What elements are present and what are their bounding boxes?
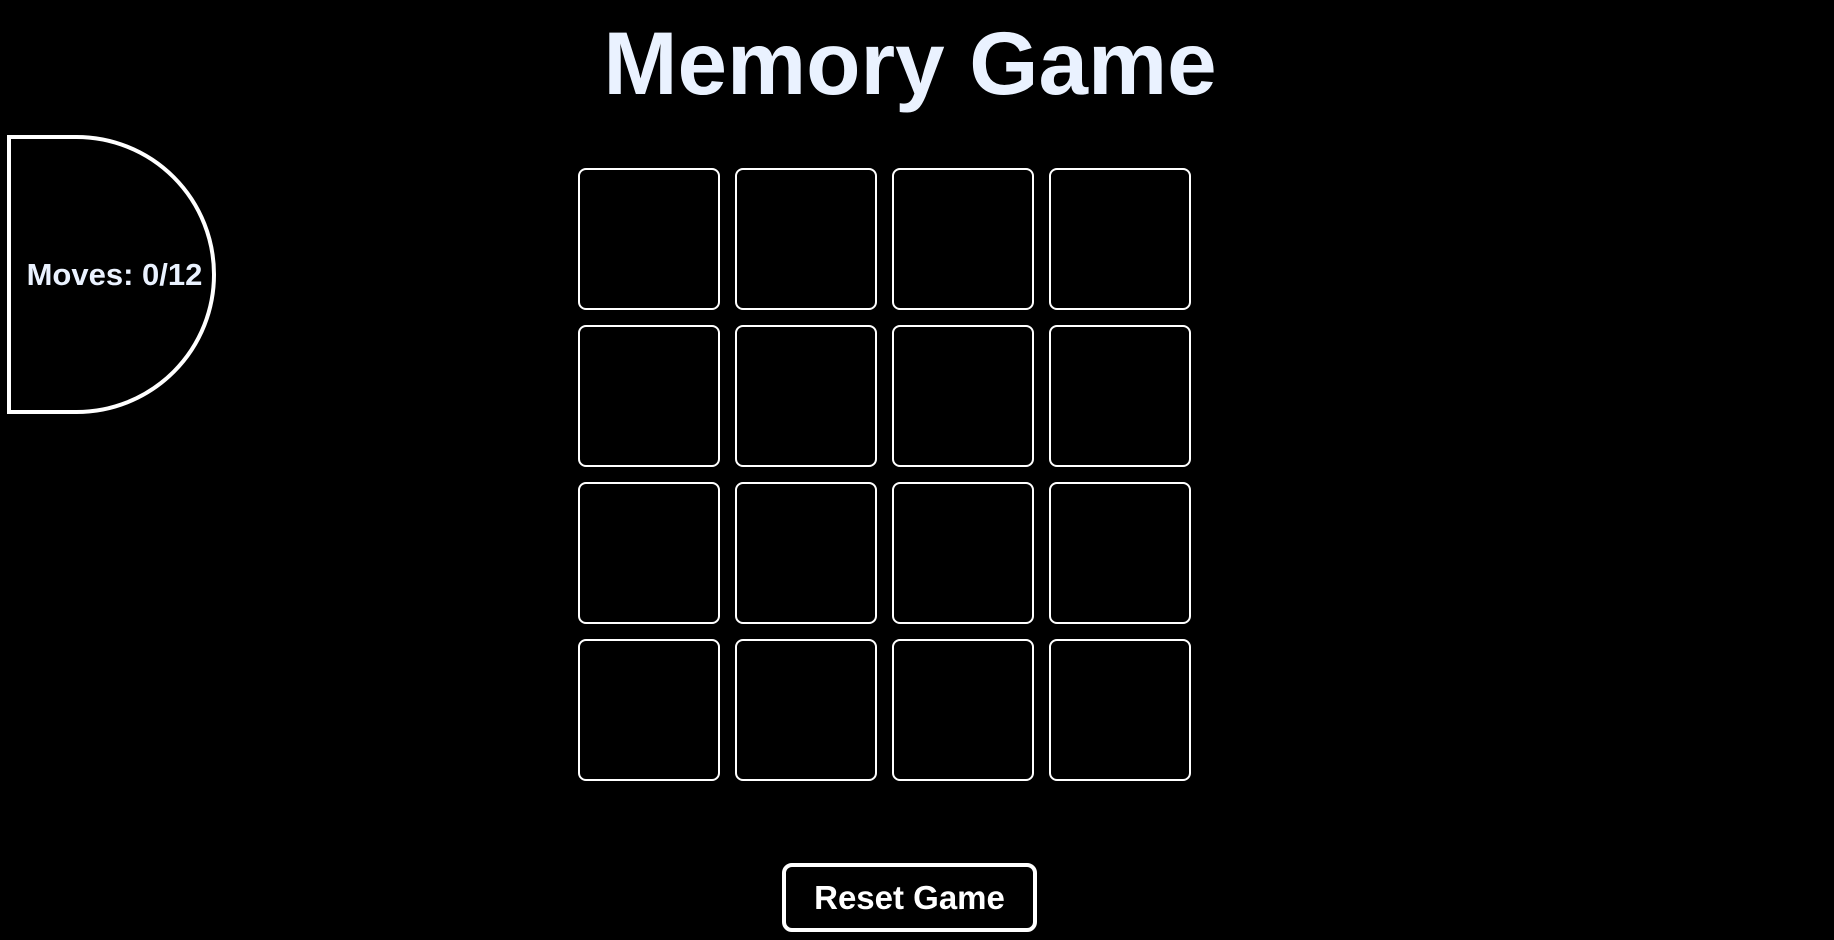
moves-counter-panel: Moves: 0/12 [7, 135, 216, 414]
memory-card[interactable] [1049, 325, 1191, 467]
moves-counter: Moves: 0/12 [26, 256, 203, 292]
reset-game-button[interactable]: Reset Game [782, 863, 1037, 932]
memory-card[interactable] [735, 482, 877, 624]
memory-card[interactable] [735, 639, 877, 781]
memory-card[interactable] [892, 168, 1034, 310]
memory-card[interactable] [1049, 168, 1191, 310]
memory-card[interactable] [735, 168, 877, 310]
game-page: Memory Game Moves: 0/12 Reset Game [0, 0, 1834, 940]
memory-card[interactable] [578, 325, 720, 467]
memory-card[interactable] [578, 482, 720, 624]
card-grid [578, 168, 1191, 782]
memory-card[interactable] [1049, 639, 1191, 781]
memory-card[interactable] [892, 639, 1034, 781]
page-title: Memory Game [603, 13, 1217, 113]
memory-card[interactable] [892, 482, 1034, 624]
memory-card[interactable] [735, 325, 877, 467]
memory-card[interactable] [1049, 482, 1191, 624]
memory-card[interactable] [578, 639, 720, 781]
memory-card[interactable] [578, 168, 720, 310]
memory-card[interactable] [892, 325, 1034, 467]
